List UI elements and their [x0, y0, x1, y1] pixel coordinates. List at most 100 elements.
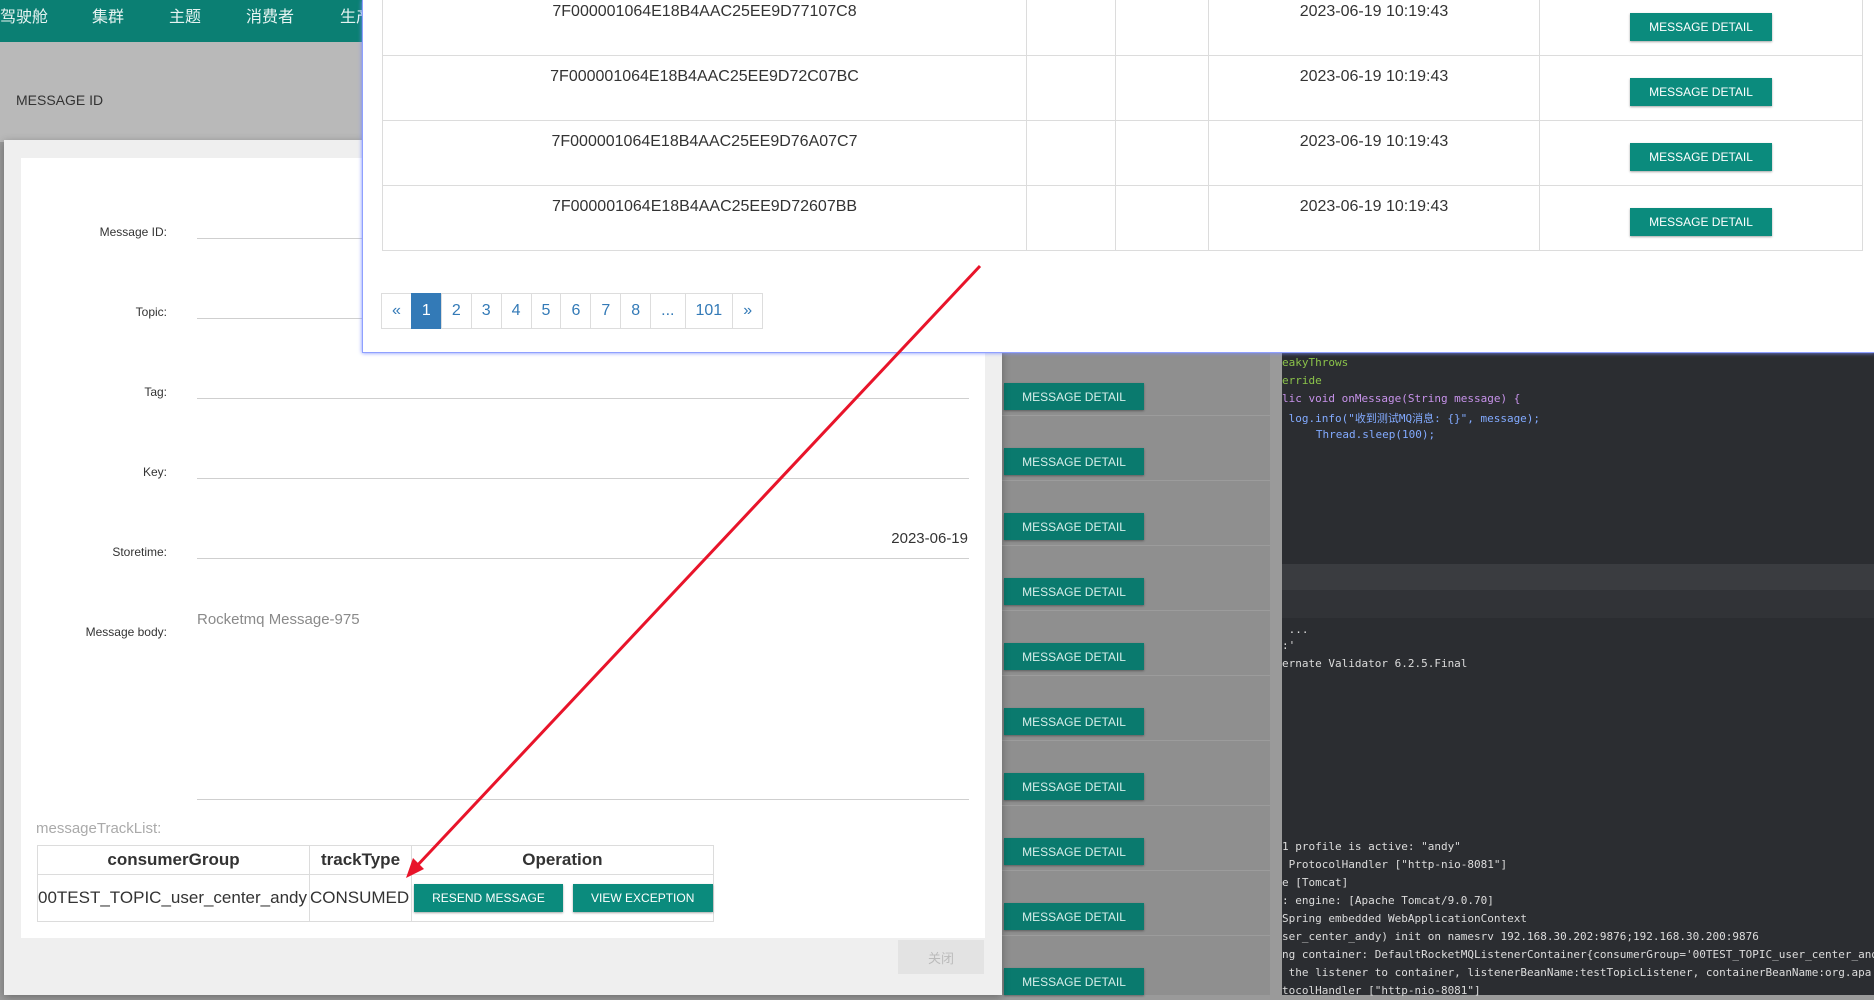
background-message-detail-button[interactable]: MESSAGE DETAIL: [1004, 448, 1144, 475]
code-line: log.info("收到测试MQ消息: {}", message);: [1282, 412, 1541, 425]
key-field: [197, 478, 969, 479]
pager-page[interactable]: 1: [410, 293, 442, 329]
resend-message-button[interactable]: RESEND MESSAGE: [414, 884, 563, 912]
ide-toolbar: [1282, 564, 1874, 590]
operation-cell: MESSAGE DETAIL: [1539, 0, 1863, 56]
console-line: ser_center_andy) init on namesrv 192.168…: [1282, 930, 1759, 943]
console-line: ProtocolHandler ["http-nio-8081"]: [1282, 858, 1508, 871]
table-row: MESSAGE DETAIL: [980, 805, 1270, 870]
table-row: MESSAGE DETAIL: [980, 350, 1270, 415]
pager-page[interactable]: 8: [620, 293, 652, 329]
storetime-value: 2023-06-19: [891, 530, 968, 547]
empty-cell: [1115, 55, 1209, 121]
table-row: MESSAGE DETAIL: [980, 545, 1270, 610]
store-time-cell: 2023-06-19 10:19:43: [1208, 0, 1540, 56]
background-message-detail-button[interactable]: MESSAGE DETAIL: [1004, 578, 1144, 605]
operation-cell: MESSAGE DETAIL: [1539, 185, 1863, 251]
pager-page[interactable]: 3: [470, 293, 502, 329]
table-row: MESSAGE DETAIL: [980, 610, 1270, 675]
pager-page[interactable]: 2: [440, 293, 472, 329]
background-message-detail-button[interactable]: MESSAGE DETAIL: [1004, 838, 1144, 865]
pager-page[interactable]: ...: [650, 293, 686, 329]
col-consumer-group: consumerGroup: [37, 845, 310, 875]
empty-cell: [1026, 0, 1116, 56]
console-line: the listener to container, listenerBeanN…: [1282, 966, 1872, 979]
pagination: «1 2 3 4 5 6 7 8... 101»: [381, 293, 764, 329]
pager-page[interactable]: 4: [500, 293, 532, 329]
empty-cell: [1026, 55, 1116, 121]
track-header-row: consumerGroup trackType Operation: [37, 845, 714, 875]
col-operation: Operation: [411, 845, 714, 875]
track-list-label: messageTrackList:: [36, 820, 162, 837]
background-message-detail-button[interactable]: MESSAGE DETAIL: [1004, 968, 1144, 995]
ide-tabbar: [1282, 590, 1874, 618]
console-line: : engine: [Apache Tomcat/9.0.70]: [1282, 894, 1494, 907]
operation-cell: MESSAGE DETAIL: [1539, 55, 1863, 121]
track-list-table: consumerGroup trackType Operation 00TEST…: [37, 845, 714, 922]
background-message-table: MESSAGE DETAIL MESSAGE DETAIL MESSAGE DETA…: [980, 350, 1270, 995]
background-message-detail-button[interactable]: MESSAGE DETAIL: [1004, 643, 1144, 670]
message-id-cell: 7F000001064E18B4AAC25EE9D72607BB: [382, 185, 1027, 251]
message-id-cell: 7F000001064E18B4AAC25EE9D77107C8: [382, 0, 1027, 56]
track-type-cell: CONSUMED: [309, 874, 412, 922]
message-detail-button[interactable]: MESSAGE DETAIL: [1630, 13, 1772, 41]
background-message-detail-button[interactable]: MESSAGE DETAIL: [1004, 773, 1144, 800]
nav-item-cockpit[interactable]: 驾驶舱: [0, 3, 48, 27]
pager-page[interactable]: 6: [560, 293, 592, 329]
message-detail-button[interactable]: MESSAGE DETAIL: [1630, 208, 1772, 236]
col-track-type: trackType: [309, 845, 412, 875]
empty-cell: [1115, 0, 1209, 56]
key-label: Key:: [142, 465, 167, 479]
nav-item-consumer[interactable]: 消费者: [246, 3, 294, 27]
code-line: erride: [1282, 374, 1322, 387]
empty-cell: [1026, 120, 1116, 186]
message-id-cell: 7F000001064E18B4AAC25EE9D76A07C7: [382, 120, 1027, 186]
nav-item-cluster[interactable]: 集群: [92, 3, 124, 27]
tag-field: [197, 398, 969, 399]
table-row: 7F000001064E18B4AAC25EE9D77107C8 2023-06-…: [382, 0, 1863, 56]
console-line: ...: [1282, 623, 1309, 636]
table-row: MESSAGE DETAIL: [980, 935, 1270, 1000]
message-detail-button[interactable]: MESSAGE DETAIL: [1630, 143, 1772, 171]
message-body-label: Message body:: [85, 625, 167, 639]
table-row: 00TEST_TOPIC_user_center_andy CONSUMED R…: [37, 874, 714, 922]
storetime-field: [197, 558, 969, 559]
close-button[interactable]: 关闭: [898, 940, 984, 974]
message-detail-button[interactable]: MESSAGE DETAIL: [1630, 78, 1772, 106]
background-message-detail-button[interactable]: MESSAGE DETAIL: [1004, 383, 1144, 410]
message-list-table: 7F000001064E18B4AAC25EE9D77107C8 2023-06-…: [382, 0, 1863, 251]
code-line: Thread.sleep(100);: [1296, 428, 1436, 441]
table-row: MESSAGE DETAIL: [980, 415, 1270, 480]
table-row: MESSAGE DETAIL: [980, 870, 1270, 935]
console-line: Spring embedded WebApplicationContext: [1282, 912, 1528, 925]
console-line: e [Tomcat]: [1282, 876, 1349, 889]
consumer-group-cell: 00TEST_TOPIC_user_center_andy: [37, 874, 310, 922]
pager-prev[interactable]: «: [381, 293, 412, 329]
pager-next[interactable]: »: [732, 293, 764, 329]
console-line: ernate Validator 6.2.5.Final: [1282, 657, 1468, 670]
view-exception-button[interactable]: VIEW EXCEPTION: [572, 884, 713, 912]
table-row: MESSAGE DETAIL: [980, 675, 1270, 740]
empty-cell: [1115, 185, 1209, 251]
background-message-detail-button[interactable]: MESSAGE DETAIL: [1004, 903, 1144, 930]
pager-page[interactable]: 7: [590, 293, 622, 329]
message-body-field: [197, 799, 969, 800]
nav-item-topic[interactable]: 主题: [169, 3, 201, 27]
store-time-cell: 2023-06-19 10:19:43: [1208, 120, 1540, 186]
background-message-detail-button[interactable]: MESSAGE DETAIL: [1004, 708, 1144, 735]
topic-label: Topic:: [135, 305, 167, 319]
pager-page[interactable]: 101: [684, 293, 734, 329]
message-id-column-label: MESSAGE ID: [16, 92, 104, 108]
table-row: 7F000001064E18B4AAC25EE9D72C07BC 2023-06-…: [382, 55, 1863, 121]
background-message-detail-button[interactable]: MESSAGE DETAIL: [1004, 513, 1144, 540]
code-line: eakyThrows: [1282, 356, 1349, 369]
store-time-cell: 2023-06-19 10:19:43: [1208, 185, 1540, 251]
store-time-cell: 2023-06-19 10:19:43: [1208, 55, 1540, 121]
table-row: 7F000001064E18B4AAC25EE9D76A07C7 2023-06-…: [382, 120, 1863, 186]
empty-cell: [1026, 185, 1116, 251]
pager-page[interactable]: 5: [530, 293, 562, 329]
operation-cell: RESEND MESSAGE VIEW EXCEPTION: [411, 874, 714, 922]
table-row: MESSAGE DETAIL: [980, 480, 1270, 545]
storetime-label: Storetime:: [112, 545, 167, 559]
empty-cell: [1115, 120, 1209, 186]
